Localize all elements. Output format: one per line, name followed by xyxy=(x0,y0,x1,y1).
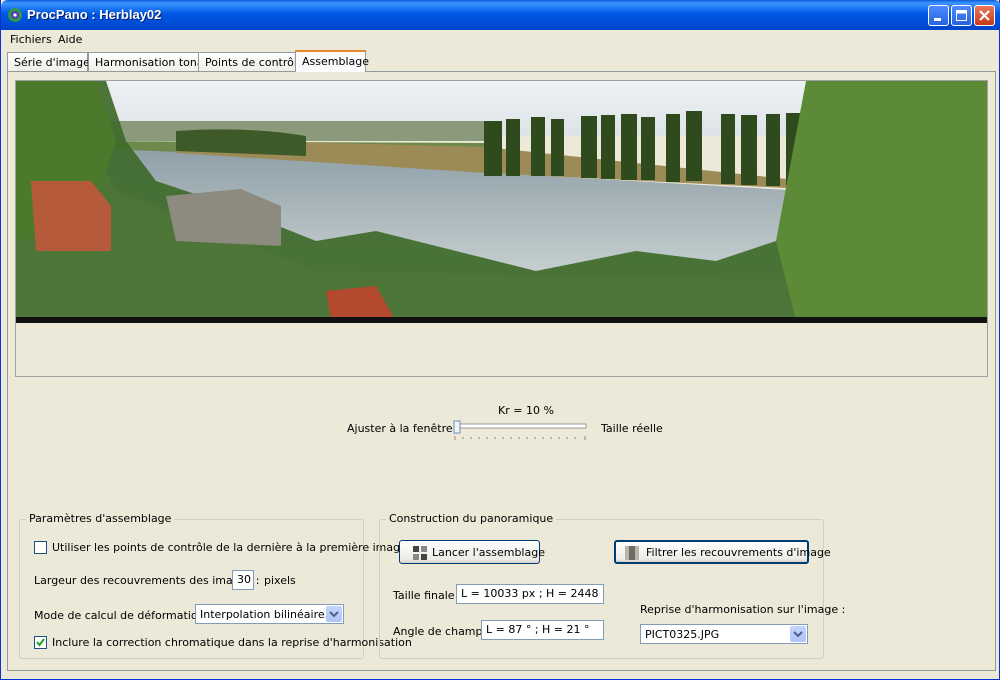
fov-label: Angle de champ : xyxy=(393,625,490,638)
minimize-icon xyxy=(934,18,941,21)
deform-select-value: Interpolation bilinéaire. xyxy=(200,608,329,621)
reprise-select[interactable]: PICT0325.JPG xyxy=(640,624,808,644)
chroma-label[interactable]: Inclure la correction chromatique dans l… xyxy=(52,636,412,649)
deform-label: Mode de calcul de déformation : xyxy=(34,609,212,622)
assembly-icon xyxy=(413,546,427,560)
zoom-slider[interactable] xyxy=(453,420,587,442)
filter-icon xyxy=(625,546,639,560)
main-window: ProcPano : Herblay02 Fichiers Aide Série… xyxy=(0,0,1000,680)
title-bar[interactable]: ProcPano : Herblay02 xyxy=(1,0,1000,30)
overlap-input[interactable]: 30 xyxy=(232,570,254,590)
final-size-field: L = 10033 px ; H = 2448 px xyxy=(456,584,604,604)
chroma-checkbox[interactable] xyxy=(34,636,47,649)
minimize-button[interactable] xyxy=(928,5,949,26)
close-icon xyxy=(979,10,990,21)
overlap-label: Largeur des recouvrements des images : xyxy=(34,574,260,587)
use-control-points-label[interactable]: Utiliser les points de contrôle de la de… xyxy=(52,541,407,554)
deform-select[interactable]: Interpolation bilinéaire. xyxy=(195,604,344,624)
final-size-label: Taille finale : xyxy=(393,589,462,602)
filter-overlaps-button[interactable]: Filtrer les recouvrements d'image xyxy=(614,540,831,564)
params-group-title: Paramètres d'assemblage xyxy=(26,512,175,525)
maximize-button[interactable] xyxy=(951,5,972,26)
menu-aide[interactable]: Aide xyxy=(58,33,82,46)
window-title: ProcPano : Herblay02 xyxy=(27,7,162,22)
reprise-select-arrow[interactable] xyxy=(790,626,806,642)
tab-harmonisation-tonale[interactable]: Harmonisation tonale xyxy=(88,52,213,71)
fit-window-label: Ajuster à la fenêtre xyxy=(347,422,453,435)
panorama-preview[interactable] xyxy=(15,80,988,377)
reprise-select-value: PICT0325.JPG xyxy=(645,628,720,641)
tab-points-controle[interactable]: Points de contrôle xyxy=(198,52,304,71)
panorama-image xyxy=(16,81,987,323)
real-size-label: Taille réelle xyxy=(601,422,663,435)
reprise-label: Reprise d'harmonisation sur l'image : xyxy=(640,603,846,616)
checkmark-icon xyxy=(36,638,45,647)
zoom-slider-thumb[interactable] xyxy=(453,420,461,434)
menu-fichiers[interactable]: Fichiers xyxy=(10,33,52,46)
deform-select-arrow[interactable] xyxy=(326,606,342,622)
app-icon xyxy=(8,8,22,22)
chevron-down-icon xyxy=(793,631,803,638)
tab-assemblage[interactable]: Assemblage xyxy=(295,50,369,72)
build-group-title: Construction du panoramique xyxy=(386,512,557,525)
overlap-unit: pixels xyxy=(264,574,296,587)
kr-label: Kr = 10 % xyxy=(498,404,554,417)
fov-field: L = 87 ° ; H = 21 ° xyxy=(481,620,604,640)
chevron-down-icon xyxy=(329,611,339,618)
launch-assembly-label: Lancer l'assemblage xyxy=(432,546,545,559)
launch-assembly-button[interactable]: Lancer l'assemblage xyxy=(399,540,545,564)
menu-bar: Fichiers Aide xyxy=(1,30,1000,49)
filter-overlaps-label: Filtrer les recouvrements d'image xyxy=(646,546,831,559)
use-control-points-checkbox[interactable] xyxy=(34,541,47,554)
maximize-icon xyxy=(956,10,967,21)
close-button[interactable] xyxy=(974,5,995,26)
tab-serie-images[interactable]: Série d'images xyxy=(7,52,96,71)
